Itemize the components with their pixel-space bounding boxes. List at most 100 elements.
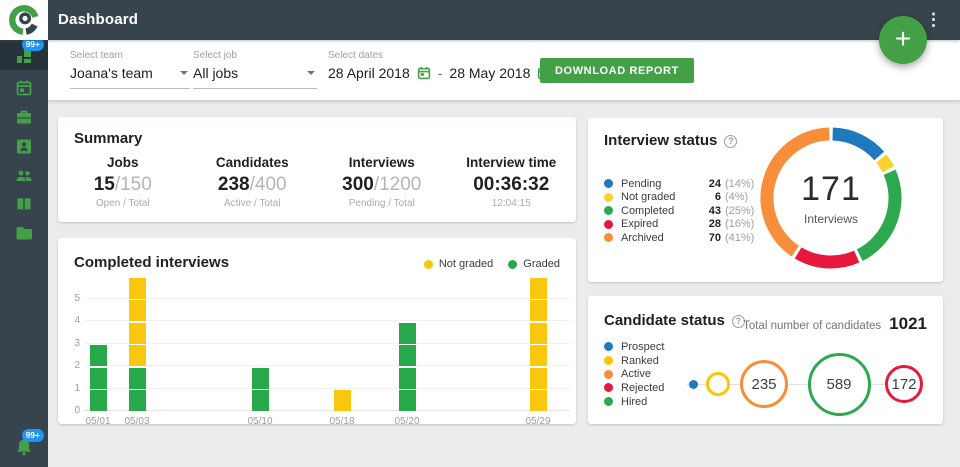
candidates-total: Total number of candidates 1021 [743,314,927,334]
people-icon [16,170,32,181]
metric-primary: 300 [342,174,374,195]
help-icon[interactable]: ? [724,134,738,148]
app-header: Dashboard ⋮ [0,0,960,40]
legend-pct: (14%) [725,177,755,190]
legend-item-prospect: Prospect [604,340,664,354]
sidebar-item-notifications[interactable]: 99+ [0,429,48,461]
legend-label: Pending [621,177,662,190]
metric-interviews: Interviews 300/1200 Pending / Total [317,155,447,209]
calendar-icon [16,80,32,95]
legend-dot [423,259,433,269]
sidebar-item-team[interactable] [0,163,48,186]
sidebar-item-calendar[interactable] [0,76,48,99]
brand-logo-icon [9,5,39,35]
legend-item-active: Active [604,367,664,381]
legend-dot [604,342,613,352]
metric-sub: Open / Total [95,198,150,209]
sidebar-item-files[interactable] [0,221,48,244]
interview-status-card: Interview status? Pending 24 (14%) Not g… [588,118,943,282]
sidebar-item-candidates[interactable] [0,134,48,157]
legend-dot [604,369,613,379]
team-select[interactable]: Select team Joana's team [70,50,190,89]
legend-item-pending: Pending 24 (14%) [604,177,754,191]
donut-total: 171 [801,170,861,208]
dashboard-app: Dashboard ⋮ + 99+ 99+ Select team Joana'… [0,0,960,467]
metric-primary: 238 [217,174,250,195]
sidebar-item-library[interactable] [0,192,48,215]
metric-primary: 00:36:32 [473,174,550,195]
job-select-label: Select job [193,50,237,61]
metric-candidates: Candidates 238/400 Active / Total [188,155,318,209]
metric-primary: 15 [93,174,115,195]
legend-dot [604,233,613,243]
candidate-status-card: Candidate status? Total number of candid… [588,296,943,424]
legend-pct: (4%) [725,191,749,204]
legend-dot [604,219,613,229]
briefcase-icon [17,110,31,123]
donut-total-label: Interviews [803,212,859,226]
bubble-prospect [688,379,698,389]
legend-dot [604,397,613,407]
donut-chart: 171 Interviews [751,118,911,278]
legend-label: Graded [523,258,560,270]
legend-label: Archived [621,231,664,244]
legend-label: Active [621,368,651,381]
legend-dot [604,206,613,216]
plus-icon: + [894,22,912,54]
metric-label: Interview time [466,155,557,170]
sidebar-item-jobs[interactable] [0,105,48,128]
metric-jobs: Jobs 15/150 Open / Total [58,155,188,209]
legend-dot [508,259,518,269]
date-separator: - [437,65,443,81]
summary-title: Summary [74,130,143,147]
completed-interviews-title: Completed interviews [74,254,230,271]
legend-item-not-graded: Not graded [423,258,494,270]
contact-badge-icon [17,139,31,153]
date-from-value[interactable]: 28 April 2018 [328,65,410,81]
legend-label: Hired [621,395,648,408]
summary-card: Summary Jobs 15/150 Open / Total Candida… [58,117,576,222]
metric-sub: 12:04:15 [491,198,531,209]
job-select-value: All jobs [193,65,239,81]
add-button[interactable]: + [879,16,927,64]
legend-label: Expired [621,218,659,231]
book-icon [17,197,31,210]
legend-item-hired: Hired [604,395,664,409]
legend-dot [604,383,613,393]
legend-item-completed: Completed 43 (25%) [604,204,754,218]
legend-label: Prospect [621,340,665,353]
sidebar-item-dashboard[interactable]: 99+ [0,38,48,70]
date-to-value[interactable]: 28 May 2018 [449,65,530,81]
bubble-ranked [706,372,730,396]
app-logo[interactable] [0,0,48,40]
job-select[interactable]: Select job All jobs [193,50,317,89]
legend-dot [604,192,613,202]
legend-value: 24 [708,177,721,190]
legend-item-rejected: Rejected [604,381,664,395]
page-title: Dashboard [58,11,139,28]
metric-secondary: /400 [249,174,287,195]
donut-center: 171 Interviews [751,118,911,278]
legend-label: Rejected [621,381,665,394]
notification-count-badge: 99+ [21,429,44,442]
calendar-icon[interactable] [417,66,431,80]
candidates-total-label: Total number of candidates [743,320,882,332]
metric-sub: Pending / Total [348,198,415,209]
download-report-button[interactable]: DOWNLOAD REPORT [540,58,694,83]
legend-item-not-graded: Not graded 6 (4%) [604,191,754,205]
legend-item-graded: Graded [508,258,560,270]
date-range-picker: Select dates 28 April 2018 - 28 May 2018 [328,50,551,81]
legend-value: 6 [714,191,721,204]
metric-label: Candidates [215,155,289,170]
legend-label: Not graded [438,258,494,270]
filter-bar: Select team Joana's team Select job All … [48,40,960,100]
legend-dot [604,356,613,366]
metric-secondary: /1200 [373,174,422,195]
legend-item-expired: Expired 28 (16%) [604,218,754,232]
summary-metrics: Jobs 15/150 Open / Total Candidates 238/… [58,155,576,209]
team-select-value: Joana's team [70,65,153,81]
candidate-status-title: Candidate status? [604,312,745,329]
team-select-label: Select team [70,50,123,61]
dates-label: Select dates [328,50,384,61]
bubble-active: 235 [740,360,788,408]
